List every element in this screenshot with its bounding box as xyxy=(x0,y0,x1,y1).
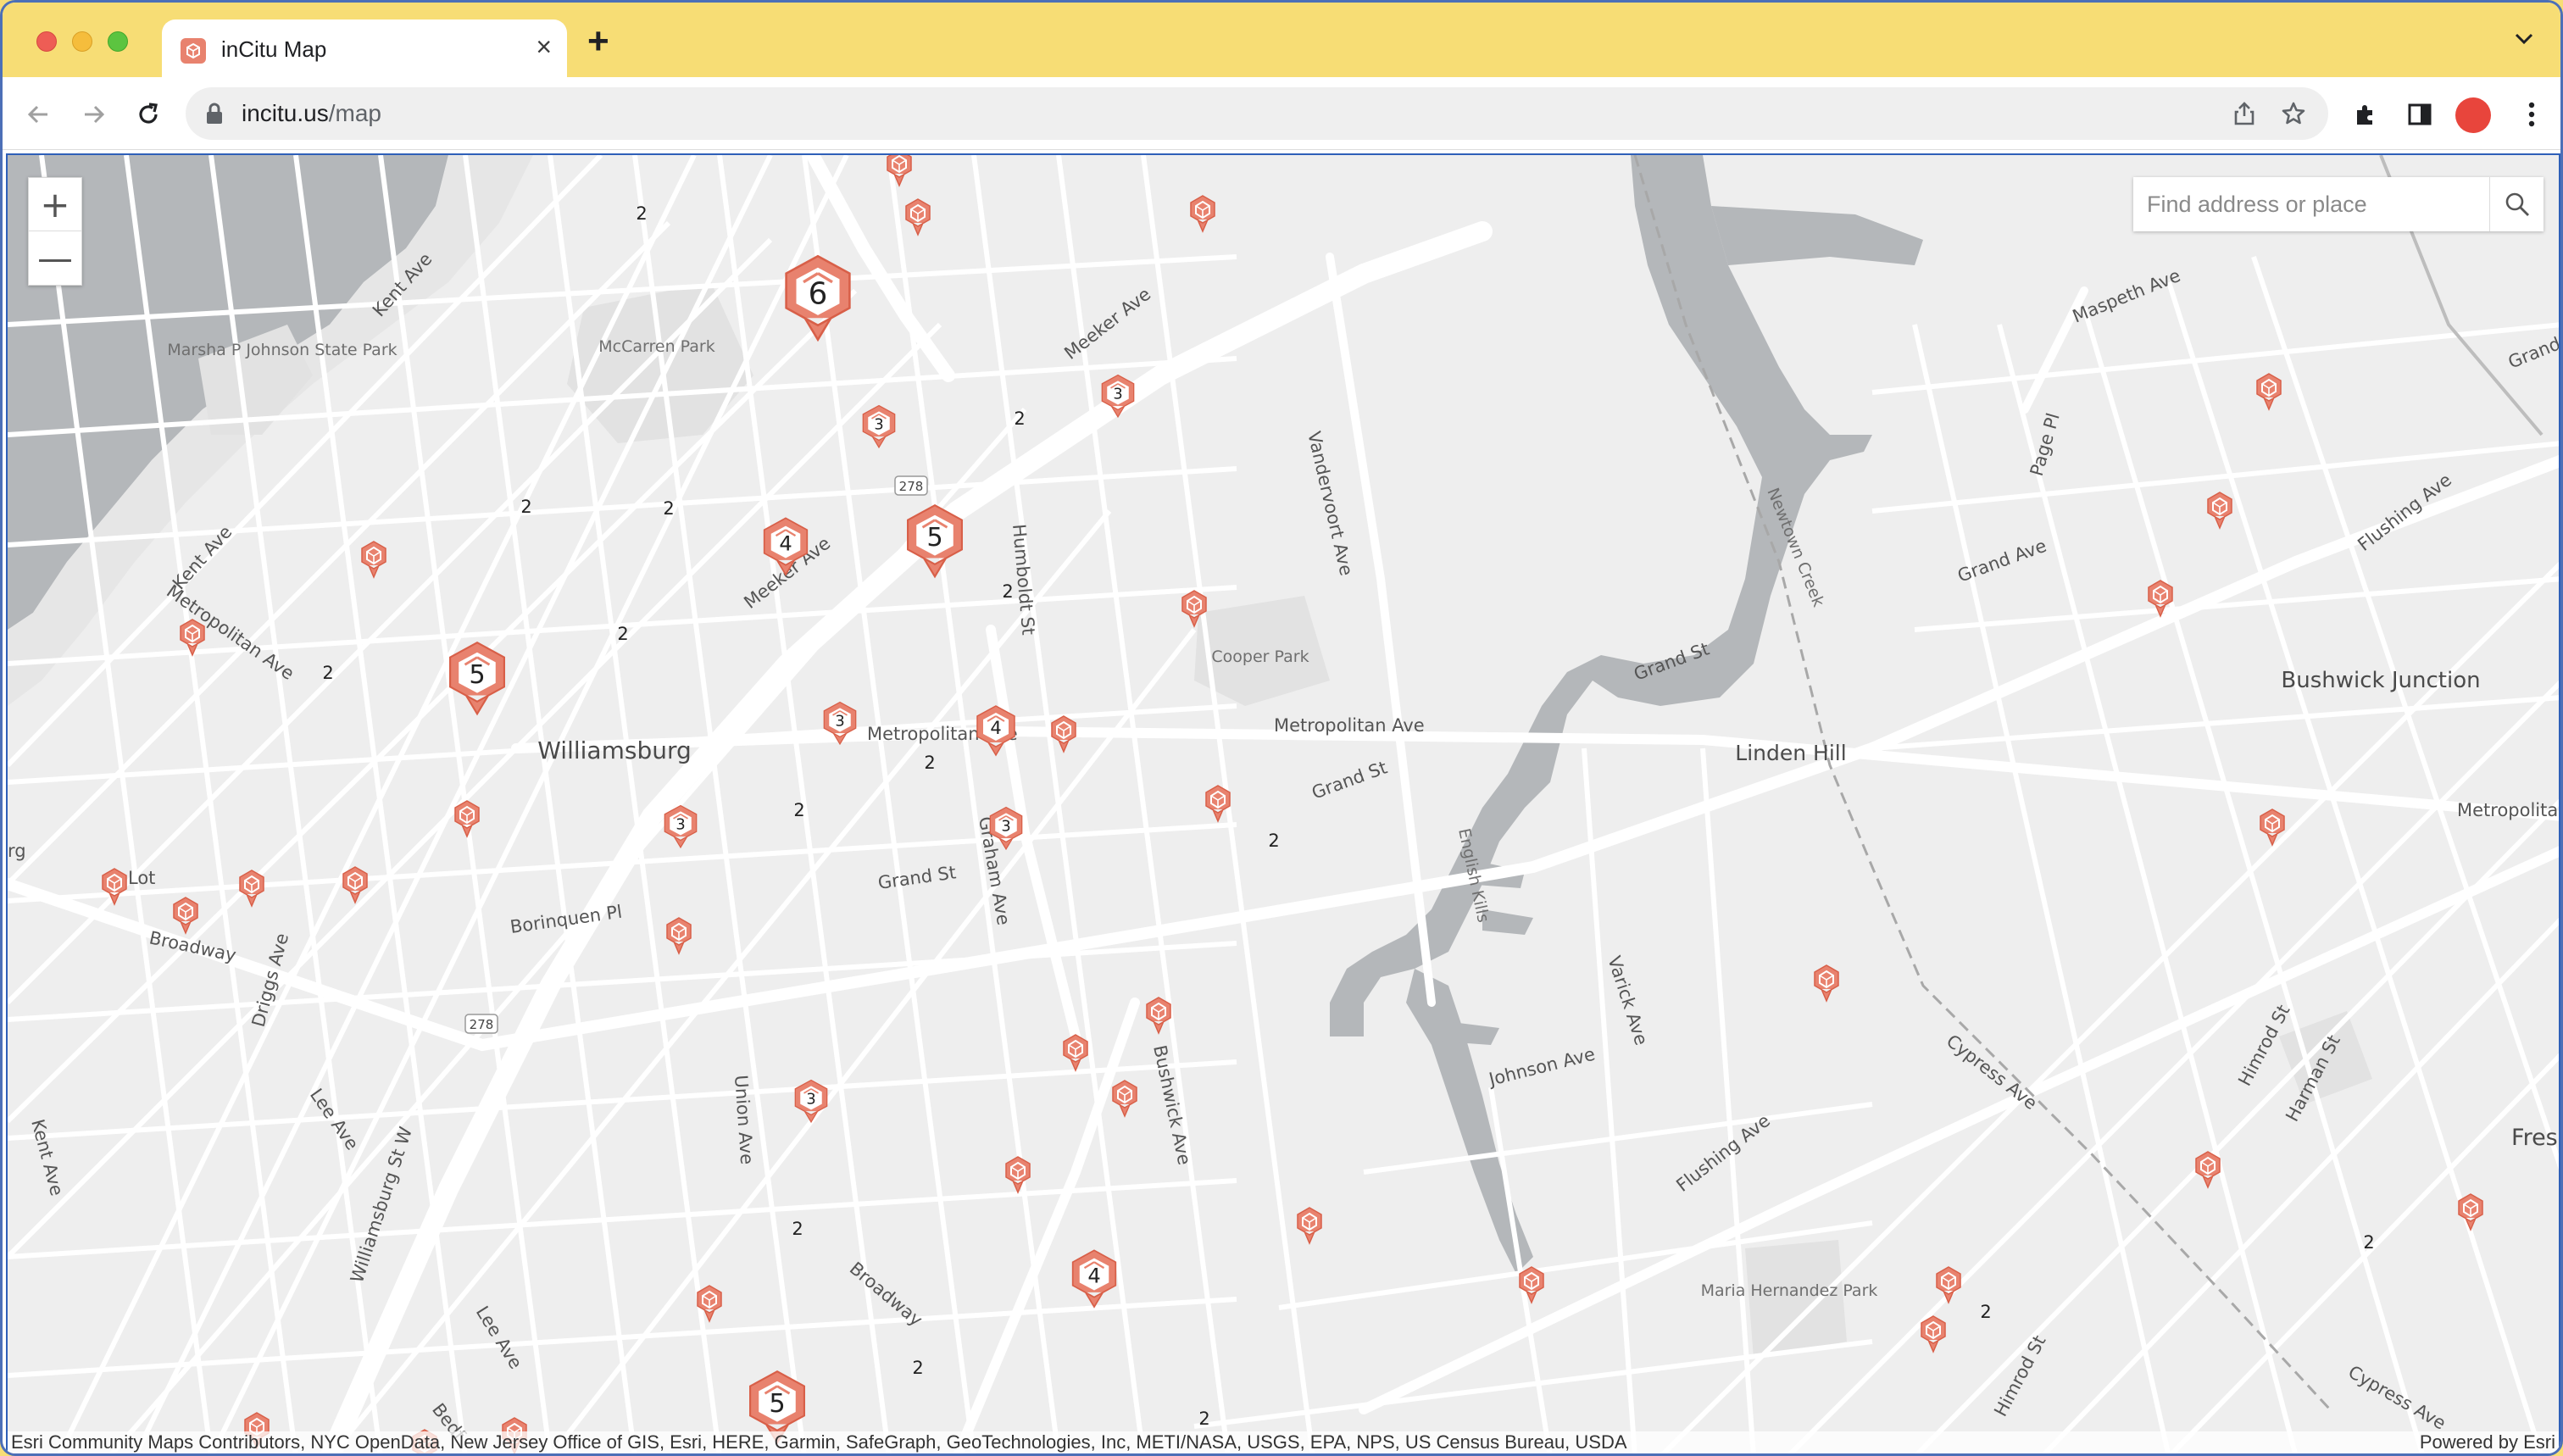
svg-text:rg: rg xyxy=(8,841,26,861)
side-panel-icon[interactable] xyxy=(2403,97,2437,131)
route-shield: 278 xyxy=(894,475,928,496)
cluster-count[interactable]: 2 xyxy=(1198,1409,1209,1429)
cluster-count: 3 xyxy=(1113,386,1122,403)
search-button[interactable] xyxy=(2489,177,2544,231)
cluster-count: 5 xyxy=(469,660,485,690)
svg-text:278: 278 xyxy=(470,1017,494,1032)
cluster-count[interactable]: 2 xyxy=(1980,1302,1991,1322)
route-shield: 278 xyxy=(464,1014,498,1034)
address-bar[interactable]: incitu.us/map xyxy=(186,87,2328,140)
cluster-count[interactable]: 2 xyxy=(1002,581,1013,602)
attribution-text: Esri Community Maps Contributors, NYC Op… xyxy=(11,1431,1627,1453)
forward-icon xyxy=(85,105,105,124)
search-input[interactable] xyxy=(2133,177,2489,231)
window-maximize-button[interactable] xyxy=(108,31,128,52)
cluster-count[interactable]: 2 xyxy=(924,753,935,773)
label-maria-hernandez: Maria Hernandez Park xyxy=(1701,1281,1878,1300)
map-attribution: Esri Community Maps Contributors, NYC Op… xyxy=(8,1431,2559,1453)
cluster-count: 3 xyxy=(675,816,685,834)
svg-text:Metropolita: Metropolita xyxy=(2457,800,2558,820)
extensions-icon[interactable] xyxy=(2349,97,2382,131)
window-minimize-button[interactable] xyxy=(72,31,92,52)
label-marsha-p-johnson: Marsha P Johnson State Park xyxy=(167,341,397,359)
zoom-control: + — xyxy=(28,177,82,286)
cluster-count[interactable]: 2 xyxy=(912,1358,923,1378)
cluster-count[interactable]: 2 xyxy=(322,663,333,683)
tab-close-icon[interactable]: × xyxy=(536,31,552,63)
url-text[interactable]: incitu.us/map xyxy=(242,100,381,127)
share-icon[interactable] xyxy=(2232,101,2257,126)
cluster-count[interactable]: 2 xyxy=(2363,1232,2374,1253)
map-view[interactable]: 278 278 Williamsburg Linden Hill Bushwic… xyxy=(6,153,2560,1455)
window-close-button[interactable] xyxy=(36,31,57,52)
browser-tab[interactable]: inCitu Map × xyxy=(162,19,567,77)
cluster-count[interactable]: 2 xyxy=(1268,831,1279,851)
label-williamsburg: Williamsburg xyxy=(537,736,692,764)
cluster-count[interactable]: 2 xyxy=(520,497,531,517)
reload-icon xyxy=(139,103,158,124)
label-cooper-park: Cooper Park xyxy=(1211,647,1309,666)
cluster-count: 6 xyxy=(809,276,828,311)
label-linden-hill: Linden Hill xyxy=(1735,741,1846,765)
cluster-count: 3 xyxy=(874,416,883,434)
back-icon xyxy=(27,105,47,124)
url-path: /map xyxy=(328,100,381,126)
label-bushwick-junction: Bushwick Junction xyxy=(2281,668,2480,693)
svg-text:Lot: Lot xyxy=(128,868,155,888)
browser-window: inCitu Map × + incitu.us/map 278 278 Wil… xyxy=(0,0,2563,1456)
reload-button[interactable] xyxy=(131,97,165,131)
zoom-in-button[interactable]: + xyxy=(29,178,81,231)
svg-text:278: 278 xyxy=(899,479,924,494)
zoom-out-button[interactable]: — xyxy=(29,231,81,285)
map-search xyxy=(2133,177,2544,231)
cluster-count: 4 xyxy=(1087,1264,1100,1287)
cluster-count: 4 xyxy=(990,718,1001,738)
cluster-count[interactable]: 2 xyxy=(636,203,647,224)
cluster-count: 3 xyxy=(835,713,844,731)
profile-avatar[interactable] xyxy=(2455,97,2491,133)
cluster-count[interactable]: 2 xyxy=(793,800,804,820)
cluster-count: 4 xyxy=(779,531,792,555)
label-fres: Fres xyxy=(2511,1125,2558,1151)
powered-by-esri[interactable]: Powered by Esri xyxy=(2420,1431,2555,1453)
forward-button[interactable] xyxy=(77,97,111,131)
svg-text:Metropolitan Ave: Metropolitan Ave xyxy=(1274,715,1425,736)
cluster-count: 5 xyxy=(926,523,942,553)
search-icon xyxy=(2505,192,2529,216)
back-button[interactable] xyxy=(21,97,55,131)
tab-list-chevron-icon[interactable] xyxy=(2515,33,2533,50)
cluster-count: 3 xyxy=(806,1091,815,1109)
title-bar: inCitu Map × + xyxy=(3,3,2560,77)
incitu-favicon-icon xyxy=(181,38,206,64)
menu-icon[interactable] xyxy=(2515,97,2549,131)
cluster-count[interactable]: 2 xyxy=(792,1219,803,1239)
lock-icon xyxy=(207,103,222,124)
bookmark-star-icon[interactable] xyxy=(2281,101,2306,126)
cluster-count: 3 xyxy=(1001,818,1010,836)
cluster-count[interactable]: 2 xyxy=(663,498,674,519)
label-mccarren-park: McCarren Park xyxy=(598,337,714,356)
basemap[interactable]: 278 278 Williamsburg Linden Hill Bushwic… xyxy=(8,155,2560,1455)
browser-toolbar: incitu.us/map xyxy=(3,77,2560,150)
new-tab-button[interactable]: + xyxy=(587,23,609,60)
cluster-count[interactable]: 2 xyxy=(1014,408,1025,429)
cluster-count: 5 xyxy=(769,1389,785,1419)
url-domain: incitu.us xyxy=(242,100,329,126)
cluster-count[interactable]: 2 xyxy=(617,624,628,644)
tab-title: inCitu Map xyxy=(221,36,327,62)
